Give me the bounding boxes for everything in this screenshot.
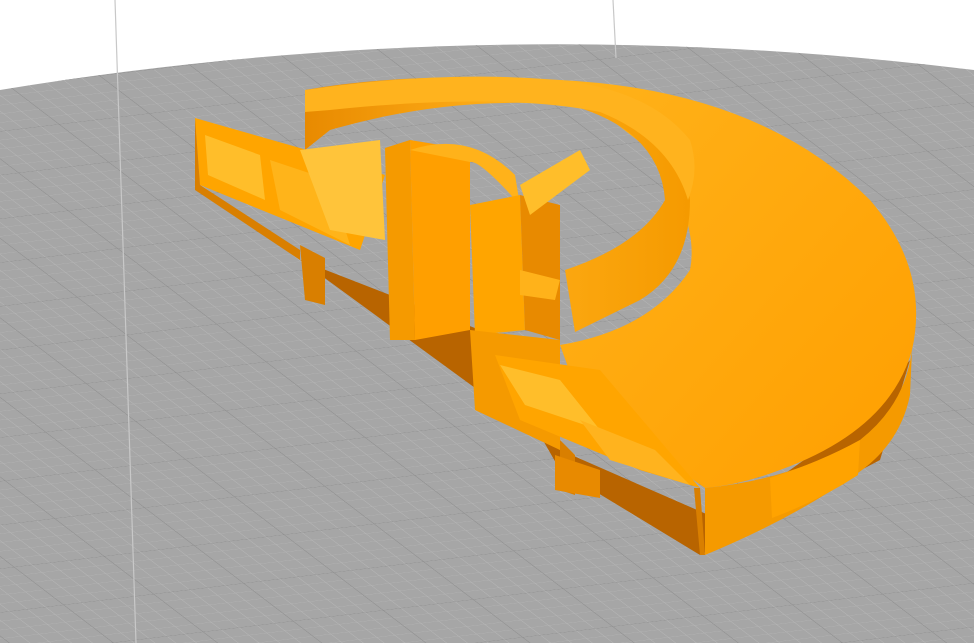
hub-right-column-side (520, 195, 560, 340)
hub-column-face (410, 140, 470, 340)
scene-canvas[interactable] (0, 0, 974, 643)
hub-right-column (470, 195, 525, 335)
hub-column (385, 140, 415, 340)
3d-viewport[interactable] (0, 0, 974, 643)
